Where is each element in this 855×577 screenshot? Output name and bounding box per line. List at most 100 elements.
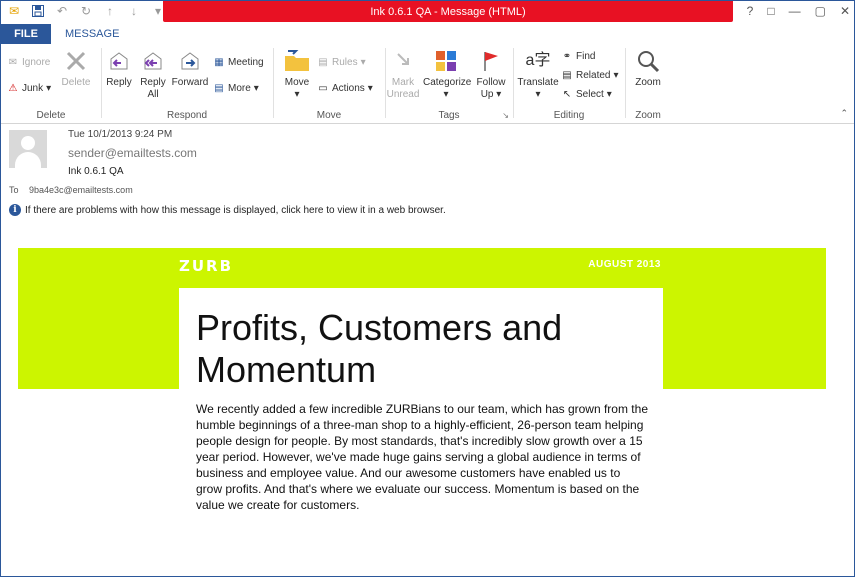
save-icon[interactable]	[31, 4, 45, 18]
folder-icon	[284, 48, 310, 74]
translate-button[interactable]: a字 Translate ▾	[515, 48, 561, 101]
actions-icon: ▭	[318, 82, 328, 94]
related-label: Related	[576, 69, 611, 81]
reply-all-button[interactable]: Reply All	[133, 48, 173, 101]
flag-icon	[478, 48, 504, 74]
find-button[interactable]: ⚭ Find	[561, 50, 596, 62]
more-icon: ▤	[214, 82, 224, 94]
chevron-down-icon: ▾	[606, 88, 612, 100]
actions-button[interactable]: ▭ Actions ▾	[317, 82, 373, 94]
forward-icon	[177, 48, 203, 74]
translate-icon: a字	[525, 52, 551, 69]
help-icon[interactable]: ?	[747, 4, 754, 18]
group-delete-label: Delete	[36, 110, 66, 121]
cursor-icon: ↖	[562, 88, 572, 100]
window-controls: ? □ — ▢ ✕	[747, 4, 850, 18]
rules-icon: ▤	[318, 56, 328, 68]
sender-address[interactable]: sender@emailtests.com	[68, 146, 197, 160]
find-label: Find	[576, 50, 596, 62]
redo-icon[interactable]: ↻	[79, 4, 93, 18]
email-body-text: We recently added a few incredible ZURBi…	[196, 402, 648, 512]
mark-unread-icon	[390, 48, 416, 74]
zoom-label: Zoom	[635, 77, 661, 88]
junk-button[interactable]: ⚠ Junk ▾	[7, 82, 52, 94]
to-label: To	[9, 185, 19, 195]
mark-unread-label-2: Unread	[386, 89, 420, 100]
collapse-ribbon-icon[interactable]: ⌃	[840, 108, 848, 119]
message-subject: Ink 0.6.1 QA	[68, 166, 124, 177]
ignore-button[interactable]: ✉ Ignore	[7, 56, 51, 68]
related-button[interactable]: ▤ Related ▾	[561, 69, 619, 81]
email-headline: Profits, Customers and Momentum	[196, 307, 563, 390]
chevron-down-icon: ▾	[613, 69, 619, 81]
reply-label: Reply	[106, 77, 132, 88]
move-button[interactable]: Move ▾	[277, 48, 317, 101]
to-recipient[interactable]: 9ba4e3c@emailtests.com	[29, 185, 133, 195]
follow-up-label-2: Up ▾	[480, 89, 502, 100]
forward-button[interactable]: Forward	[170, 48, 210, 89]
reply-icon	[106, 48, 132, 74]
group-respond-label: Respond	[166, 110, 208, 121]
minimize-icon[interactable]: —	[789, 4, 801, 18]
binoculars-icon: ⚭	[562, 50, 572, 62]
categorize-dropdown: ▾	[443, 89, 449, 100]
window-title: Ink 0.6.1 QA - Message (HTML)	[163, 1, 733, 22]
translate-label: Translate	[517, 77, 559, 88]
outlook-message-window: ✉ ↶ ↻ ↑ ↓ ▾ Ink 0.6.1 QA - Message (HTML…	[0, 0, 855, 577]
previous-item-icon[interactable]: ↑	[103, 4, 117, 18]
reply-all-label-2: All	[147, 89, 159, 100]
group-editing-label: Editing	[553, 110, 585, 121]
move-label: Move	[284, 77, 310, 88]
mark-unread-label-1: Mark	[391, 77, 415, 88]
meeting-button[interactable]: ▦ Meeting	[213, 56, 264, 68]
mark-unread-button[interactable]: Mark Unread	[383, 48, 423, 101]
select-button[interactable]: ↖ Select ▾	[561, 88, 612, 100]
delete-button[interactable]: Delete	[56, 48, 96, 89]
tab-message[interactable]: MESSAGE	[51, 24, 133, 44]
zurb-logo: ZURB	[179, 257, 234, 275]
next-item-icon[interactable]: ↓	[127, 4, 141, 18]
envelope-icon: ✉	[8, 4, 20, 18]
categorize-label: Categorize	[423, 77, 472, 88]
rules-label: Rules	[332, 56, 358, 68]
more-respond-button[interactable]: ▤ More ▾	[213, 82, 259, 94]
junk-label: Junk	[22, 82, 44, 94]
chevron-down-icon: ▾	[253, 82, 259, 94]
reply-all-icon	[140, 48, 166, 74]
actions-label: Actions	[332, 82, 365, 94]
chevron-down-icon: ▾	[367, 82, 373, 94]
newsletter-date: AUGUST 2013	[588, 259, 661, 270]
select-label: Select	[576, 88, 604, 100]
reply-all-label-1: Reply	[140, 77, 166, 88]
group-delete: ✉ Ignore ⚠ Junk ▾ Delete Delete	[1, 44, 101, 124]
group-zoom-label: Zoom	[635, 110, 661, 121]
dialog-launcher-icon[interactable]: ↘	[502, 111, 509, 120]
close-icon[interactable]: ✕	[840, 4, 850, 18]
info-text[interactable]: If there are problems with how this mess…	[25, 205, 446, 216]
ribbon-tabs: FILE MESSAGE	[1, 24, 854, 44]
avatar-body	[15, 152, 41, 168]
ribbon: ✉ Ignore ⚠ Junk ▾ Delete Delete Reply Re…	[1, 44, 854, 124]
zoom-button[interactable]: Zoom	[628, 48, 668, 89]
undo-icon[interactable]: ↶	[55, 4, 69, 18]
calendar-icon: ▦	[214, 56, 224, 68]
categorize-icon	[433, 48, 459, 74]
info-icon: i	[9, 204, 21, 216]
related-icon: ▤	[562, 69, 572, 81]
follow-up-button[interactable]: Follow Up ▾	[471, 48, 511, 101]
rules-button[interactable]: ▤ Rules ▾	[317, 56, 365, 68]
info-bar[interactable]: i If there are problems with how this me…	[9, 204, 446, 216]
group-editing: a字 Translate ▾ ⚭ Find ▤ Related ▾ ↖ Select ▾ …	[513, 44, 625, 124]
junk-icon: ⚠	[8, 82, 18, 94]
meeting-label: Meeting	[228, 56, 264, 68]
ribbon-display-icon[interactable]: □	[767, 4, 774, 18]
categorize-button[interactable]: Categorize ▾	[423, 48, 472, 101]
tab-file[interactable]: FILE	[1, 24, 51, 44]
avatar	[9, 130, 47, 168]
group-tags: Mark Unread Categorize ▾ Follow Up ▾ Tag…	[385, 44, 513, 124]
message-header: Tue 10/1/2013 9:24 PM sender@emailtests.…	[1, 124, 854, 219]
ignore-label: Ignore	[22, 56, 51, 68]
avatar-head	[21, 136, 35, 150]
message-date: Tue 10/1/2013 9:24 PM	[68, 129, 173, 140]
maximize-icon[interactable]: ▢	[815, 4, 826, 18]
